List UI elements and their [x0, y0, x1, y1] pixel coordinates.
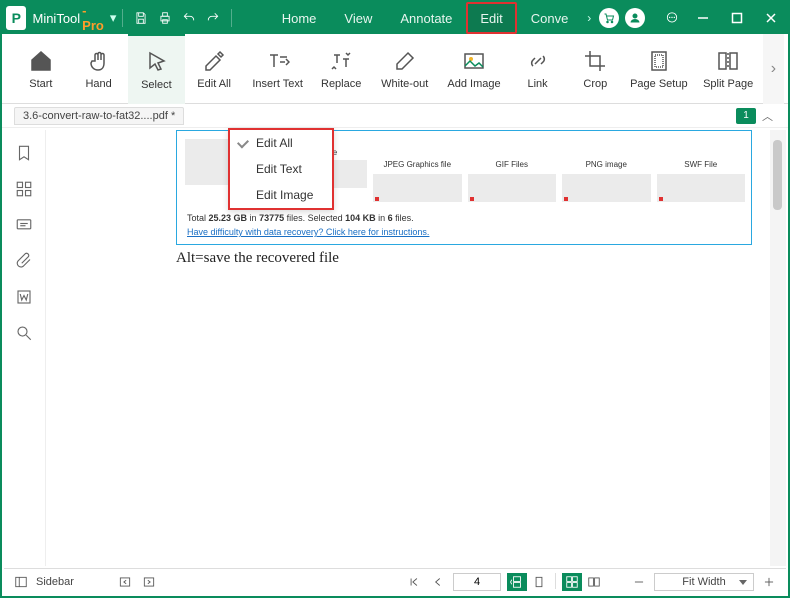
ribbon-overflow-icon[interactable]: ›: [763, 34, 784, 104]
split-icon: [715, 48, 741, 74]
app-name: MiniTool-Pro ▾: [32, 3, 116, 33]
link-icon: [525, 48, 551, 74]
pdf-page: le JPEG Graphics file GIF Files PNG imag…: [56, 130, 760, 560]
window-close-icon[interactable]: [754, 2, 788, 34]
ribbon-select[interactable]: Select: [128, 34, 186, 104]
vertical-scrollbar[interactable]: [770, 130, 786, 566]
document-tab[interactable]: 3.6-convert-raw-to-fat32....pdf *: [14, 107, 184, 125]
image-icon: [461, 48, 487, 74]
ribbon-link[interactable]: Link: [509, 34, 567, 104]
app-name-pro: -Pro: [82, 3, 104, 33]
view-single-icon[interactable]: [529, 573, 549, 591]
app-logo: P: [6, 6, 26, 30]
view-mode-group: [507, 573, 604, 591]
main-area: le JPEG Graphics file GIF Files PNG imag…: [4, 130, 786, 566]
prev-page-icon[interactable]: [429, 573, 447, 591]
user-icon[interactable]: [625, 8, 645, 28]
edit-dropdown-menu: Edit All Edit Text Edit Image: [228, 128, 334, 210]
cursor-icon: [143, 49, 169, 75]
sidebar-toggle-icon[interactable]: [12, 573, 30, 591]
ribbon-replace[interactable]: Replace: [312, 34, 370, 104]
ribbon-edit-all[interactable]: Edit All: [185, 34, 243, 104]
ribbon-hand[interactable]: Hand: [70, 34, 128, 104]
zoom-out-icon[interactable]: [630, 573, 648, 591]
tab-convert[interactable]: Conve: [517, 2, 583, 34]
first-page-icon[interactable]: [405, 573, 423, 591]
thumb-label: GIF Files: [496, 160, 528, 172]
thumb-label: PNG image: [586, 160, 627, 172]
alt-text-line: Alt=save the recovered file: [176, 250, 339, 267]
ribbon-insert-text[interactable]: Insert Text: [243, 34, 312, 104]
ribbon-split-page[interactable]: Split Page: [694, 34, 763, 104]
crop-icon: [582, 48, 608, 74]
app-dropdown-icon[interactable]: ▾: [110, 10, 117, 26]
eraser-icon: [392, 48, 418, 74]
thumbnails-icon[interactable]: [15, 180, 35, 200]
word-export-icon[interactable]: [15, 288, 35, 308]
sidebar-label: Sidebar: [36, 576, 74, 588]
prev-page-jump-icon[interactable]: [116, 573, 134, 591]
page-setup-icon: [646, 48, 672, 74]
dropdown-edit-image[interactable]: Edit Image: [230, 182, 332, 208]
view-two-continuous-icon[interactable]: [562, 573, 582, 591]
ribbon-add-image[interactable]: Add Image: [439, 34, 508, 104]
help-link[interactable]: Have difficulty with data recovery? Clic…: [187, 227, 429, 237]
next-page-jump-icon[interactable]: [140, 573, 158, 591]
title-bar: P MiniTool-Pro ▾ Home View Annotate Edit…: [2, 2, 788, 34]
thumb-label: SWF File: [684, 160, 717, 172]
chat-icon[interactable]: [658, 2, 686, 34]
dropdown-edit-all[interactable]: Edit All: [230, 130, 332, 156]
ribbon-tabs: Home View Annotate Edit Conve: [268, 2, 583, 34]
page-number-input[interactable]: [453, 573, 501, 591]
tab-home[interactable]: Home: [268, 2, 331, 34]
attachment-icon[interactable]: [15, 252, 35, 272]
redo-icon[interactable]: [201, 2, 225, 34]
view-two-icon[interactable]: [584, 573, 604, 591]
ribbon-toolbar: Start Hand Select Edit All Insert Text R…: [2, 34, 788, 104]
save-icon[interactable]: [129, 2, 153, 34]
window-maximize-icon[interactable]: [720, 2, 754, 34]
status-bar: Sidebar Fit Width: [4, 568, 786, 594]
document-canvas[interactable]: le JPEG Graphics file GIF Files PNG imag…: [46, 130, 770, 566]
document-tab-bar: 3.6-convert-raw-to-fat32....pdf * 1 ︿: [2, 104, 788, 128]
replace-icon: [328, 48, 354, 74]
hand-icon: [86, 48, 112, 74]
search-icon[interactable]: [15, 324, 35, 344]
bookmark-icon[interactable]: [15, 144, 35, 164]
page-count-badge: 1: [736, 108, 756, 124]
zoom-in-icon[interactable]: [760, 573, 778, 591]
tab-view[interactable]: View: [330, 2, 386, 34]
print-icon[interactable]: [153, 2, 177, 34]
collapse-ribbon-icon[interactable]: ︿: [762, 108, 778, 124]
comments-icon[interactable]: [15, 216, 35, 236]
ribbon-start[interactable]: Start: [12, 34, 70, 104]
tab-annotate[interactable]: Annotate: [386, 2, 466, 34]
insert-text-icon: [265, 48, 291, 74]
view-continuous-icon[interactable]: [507, 573, 527, 591]
ribbon-whiteout[interactable]: White-out: [370, 34, 439, 104]
undo-icon[interactable]: [177, 2, 201, 34]
app-name-main: MiniTool: [32, 11, 80, 26]
edit-icon: [201, 48, 227, 74]
zoom-select[interactable]: Fit Width: [654, 573, 754, 591]
tab-edit[interactable]: Edit: [466, 2, 516, 34]
ribbon-page-setup[interactable]: Page Setup: [624, 34, 693, 104]
dropdown-edit-text[interactable]: Edit Text: [230, 156, 332, 182]
left-sidebar: [4, 130, 46, 566]
home-icon: [28, 48, 54, 74]
ribbon-crop[interactable]: Crop: [566, 34, 624, 104]
window-minimize-icon[interactable]: [686, 2, 720, 34]
totals-text: Total 25.23 GB in 73775 files. Selected …: [187, 213, 414, 223]
thumb-label: JPEG Graphics file: [383, 160, 451, 172]
tabs-overflow-right-icon[interactable]: ›: [582, 11, 596, 25]
cart-icon[interactable]: [599, 8, 619, 28]
